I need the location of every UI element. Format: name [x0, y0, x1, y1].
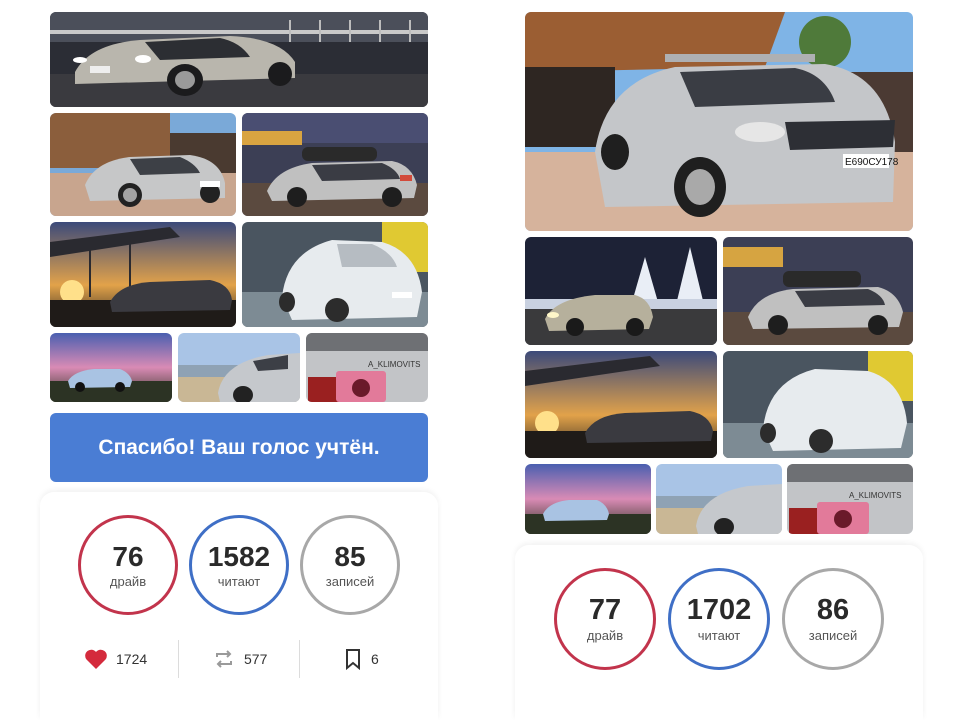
repost-icon — [216, 650, 232, 668]
right-post-panel: Е690СУ178 A_KLIMOVITS 77 драйв 1702 чита… — [515, 0, 923, 720]
photo-night-bridge[interactable] — [525, 237, 717, 345]
photo-purple-sunset-2[interactable] — [525, 464, 651, 534]
left-post-panel: A_KLIMOVITS Спасибо! Ваш голос учтён. 76… — [40, 0, 438, 720]
photo-sunset-bridge-2[interactable] — [525, 351, 717, 458]
photo-car-roofbox-dusk[interactable] — [242, 113, 428, 216]
like-count: 1724 — [116, 651, 148, 667]
stat-drive[interactable]: 76 драйв — [78, 515, 178, 615]
stat-posts-value: 85 — [334, 540, 366, 572]
bookmark-count: 6 — [371, 651, 379, 667]
bookmark-button[interactable]: 6 — [343, 648, 379, 670]
photo-car-roofbox-dusk-2[interactable] — [723, 237, 913, 345]
post-actions-row: 1724 577 6 — [40, 639, 438, 679]
photo-car-sticker[interactable]: A_KLIMOVITS — [306, 333, 428, 402]
like-button[interactable]: 1724 — [84, 648, 147, 670]
bookmark-icon — [346, 649, 360, 670]
photo-car-foam-wash-2[interactable] — [723, 351, 913, 458]
stat-posts[interactable]: 85 записей — [300, 515, 400, 615]
stat-posts-value-2: 86 — [816, 594, 850, 626]
photo-car-night-front[interactable] — [50, 12, 428, 107]
photo-car-foam-wash[interactable] — [242, 222, 428, 327]
repost-button[interactable]: 577 — [212, 648, 267, 670]
stat-drive-value-2: 77 — [588, 594, 622, 626]
stat-drive-value: 76 — [112, 540, 144, 572]
photo-car-garage-large[interactable]: Е690СУ178 — [525, 12, 913, 231]
divider — [299, 640, 300, 678]
stat-followers[interactable]: 1582 читают — [189, 515, 289, 615]
photo-sunset-bridge[interactable] — [50, 222, 236, 327]
svg-text:Е690СУ178: Е690СУ178 — [845, 157, 899, 168]
stat-followers-value: 1582 — [207, 540, 271, 572]
stat-posts-label-2: записей — [808, 628, 858, 643]
photo-car-garage[interactable] — [50, 113, 236, 216]
photo-purple-sunset[interactable] — [50, 333, 172, 402]
stat-drive-label-2: драйв — [586, 628, 624, 643]
heart-icon — [85, 649, 107, 669]
vote-confirmation-text: Спасибо! Ваш голос учтён. — [98, 435, 380, 459]
photo-car-sticker-2[interactable]: A_KLIMOVITS — [787, 464, 913, 534]
stat-posts-label: записей — [325, 573, 375, 589]
divider — [178, 640, 179, 678]
stat-followers-label-2: читают — [697, 628, 741, 643]
photo-car-rear-sea-2[interactable] — [656, 464, 782, 534]
stat-drive-2[interactable]: 77 драйв — [554, 568, 656, 670]
stat-followers-value-2: 1702 — [686, 594, 752, 626]
stat-followers-2[interactable]: 1702 читают — [668, 568, 770, 670]
stat-followers-label: читают — [217, 573, 261, 589]
svg-text:A_KLIMOVITS: A_KLIMOVITS — [368, 360, 420, 369]
photo-car-rear-sea[interactable] — [178, 333, 300, 402]
repost-count: 577 — [244, 651, 268, 667]
stat-drive-label: драйв — [109, 573, 147, 589]
stat-posts-2[interactable]: 86 записей — [782, 568, 884, 670]
vote-confirmation-banner: Спасибо! Ваш голос учтён. — [50, 413, 428, 482]
svg-text:A_KLIMOVITS: A_KLIMOVITS — [849, 491, 901, 500]
